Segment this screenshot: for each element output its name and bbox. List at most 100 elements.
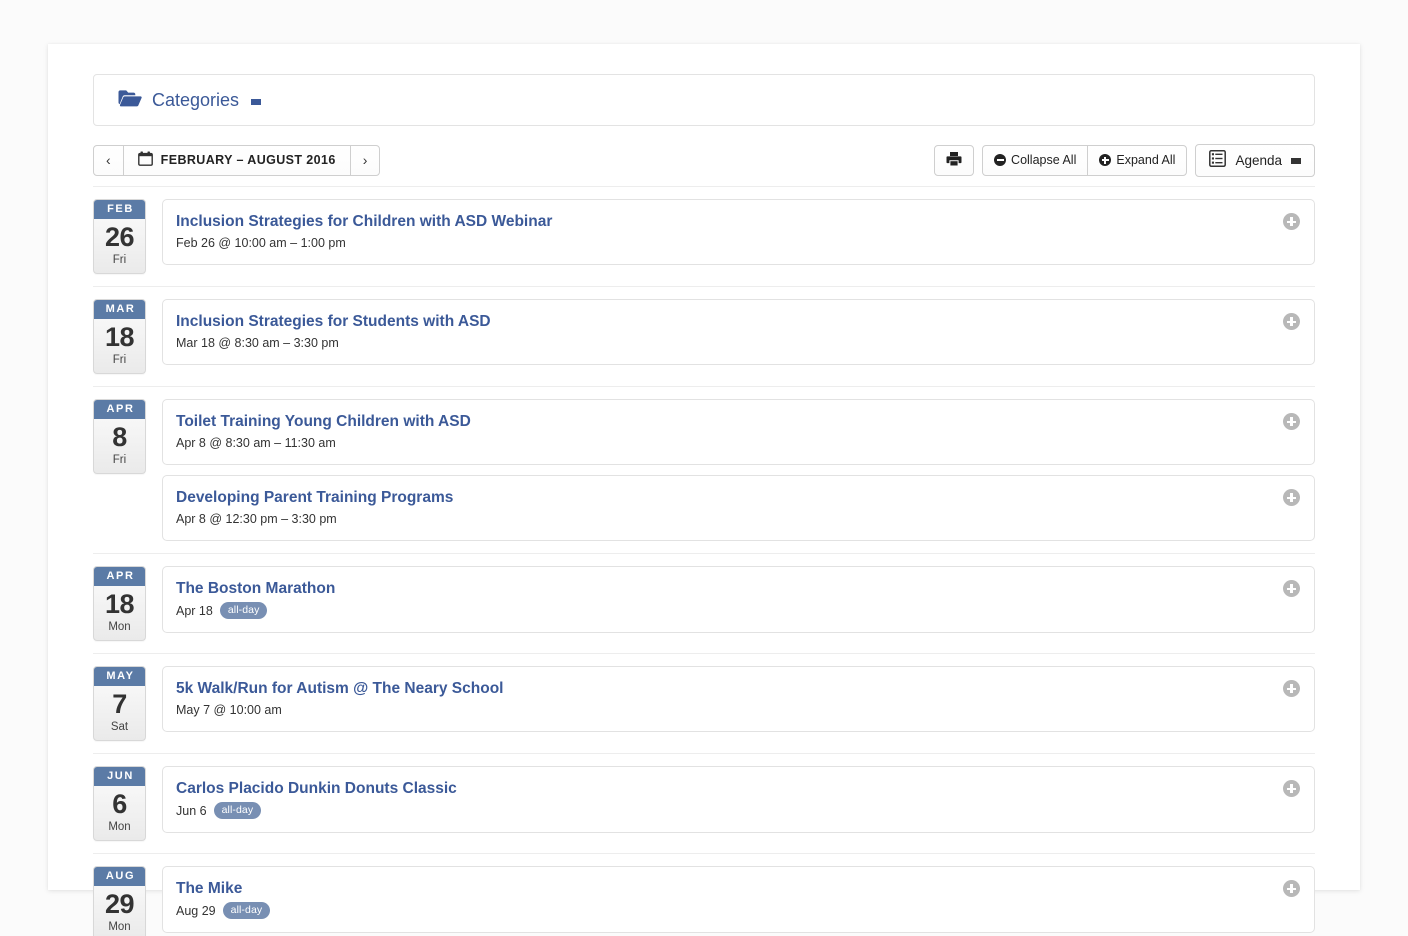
date-badge-day: 18 <box>104 322 135 352</box>
event-datetime: Aug 29 <box>176 903 216 918</box>
event-title-link[interactable]: Inclusion Strategies for Children with A… <box>176 212 552 231</box>
date-badge-weekday: Mon <box>108 621 131 633</box>
date-badge-month: MAY <box>94 667 145 686</box>
event-row[interactable]: The Boston Marathon Apr 18 all-day <box>162 566 1315 633</box>
day-events-column: 5k Walk/Run for Autism @ The Neary Schoo… <box>162 666 1315 732</box>
agenda-card: Categories ‹ FEBRUARY – AUGUST 2016 › Co… <box>48 44 1360 936</box>
date-badge-month: FEB <box>94 200 145 219</box>
collapse-all-button[interactable]: Collapse All <box>982 144 1089 176</box>
calendar-icon <box>137 151 153 169</box>
event-row[interactable]: Carlos Placido Dunkin Donuts Classic Jun … <box>162 766 1315 833</box>
event-meta: May 7 @ 10:00 am <box>176 702 1270 718</box>
date-badge-day: 18 <box>104 589 135 619</box>
date-badge: AUG 29 Mon <box>93 866 146 936</box>
event-datetime: May 7 @ 10:00 am <box>176 703 282 717</box>
date-badge-weekday: Sat <box>110 721 129 733</box>
date-badge: APR 8 Fri <box>93 399 146 474</box>
event-title-link[interactable]: Carlos Placido Dunkin Donuts Classic <box>176 779 457 798</box>
expand-event-icon[interactable] <box>1283 413 1300 430</box>
event-meta: Mar 18 @ 8:30 am – 3:30 pm <box>176 335 1270 351</box>
agenda-day-group: APR 18 Mon The Boston Marathon Apr 18 all-day <box>93 553 1315 653</box>
expand-event-icon[interactable] <box>1283 213 1300 230</box>
print-button[interactable] <box>934 144 975 176</box>
all-day-badge: all-day <box>219 602 268 619</box>
event-datetime: Feb 26 @ 10:00 am – 1:00 pm <box>176 236 346 250</box>
date-badge-day: 6 <box>112 789 127 819</box>
agenda-day-group: MAR 18 Fri Inclusion Strategies for Student… <box>93 286 1315 386</box>
plus-circle-icon <box>1099 154 1112 166</box>
date-badge: MAY 7 Sat <box>93 666 146 741</box>
date-badge-day: 29 <box>104 889 135 919</box>
expand-event-icon[interactable] <box>1283 780 1300 797</box>
all-day-badge: all-day <box>222 902 271 919</box>
agenda-event-list: FEB 26 Fri Inclusion Strategies for Childre… <box>93 186 1315 936</box>
date-range-label: FEBRUARY – AUGUST 2016 <box>160 153 336 167</box>
date-badge-day: 8 <box>112 422 127 452</box>
all-day-badge: all-day <box>213 802 262 819</box>
event-row[interactable]: Toilet Training Young Children with ASD A… <box>162 399 1315 465</box>
categories-dropdown[interactable]: Categories <box>118 89 262 112</box>
agenda-list-icon <box>1209 150 1227 170</box>
event-title-link[interactable]: Toilet Training Young Children with ASD <box>176 412 471 431</box>
printer-icon <box>946 151 962 169</box>
event-meta: Feb 26 @ 10:00 am – 1:00 pm <box>176 235 1270 251</box>
event-title-link[interactable]: Developing Parent Training Programs <box>176 488 453 507</box>
expand-event-icon[interactable] <box>1283 880 1300 897</box>
date-badge-month: APR <box>94 400 145 419</box>
day-events-column: Carlos Placido Dunkin Donuts Classic Jun … <box>162 766 1315 833</box>
event-row[interactable]: Developing Parent Training Programs Apr 8… <box>162 475 1315 541</box>
page-background: Categories ‹ FEBRUARY – AUGUST 2016 › Co… <box>0 0 1408 936</box>
event-datetime: Mar 18 @ 8:30 am – 3:30 pm <box>176 336 339 350</box>
date-range-title-button[interactable]: FEBRUARY – AUGUST 2016 <box>122 144 351 176</box>
event-datetime: Apr 18 <box>176 603 213 618</box>
date-badge: MAR 18 Fri <box>93 299 146 374</box>
expand-event-icon[interactable] <box>1283 580 1300 597</box>
caret-down-icon <box>251 98 262 105</box>
event-datetime: Apr 8 @ 8:30 am – 11:30 am <box>176 436 336 450</box>
date-badge: FEB 26 Fri <box>93 199 146 274</box>
collapse-all-label: Collapse All <box>1011 153 1077 167</box>
expand-event-icon[interactable] <box>1283 680 1300 697</box>
date-badge: JUN 6 Mon <box>93 766 146 841</box>
event-title-link[interactable]: The Mike <box>176 879 242 898</box>
top-navigation-bar: ‹ FEBRUARY – AUGUST 2016 › Collapse All … <box>93 143 1315 177</box>
date-badge-weekday: Mon <box>108 821 131 833</box>
day-events-column: Toilet Training Young Children with ASD A… <box>162 399 1315 541</box>
day-events-column: The Boston Marathon Apr 18 all-day <box>162 566 1315 633</box>
event-meta: Jun 6 all-day <box>176 802 1270 819</box>
date-badge-month: JUN <box>94 767 145 786</box>
expand-all-button[interactable]: Expand All <box>1087 144 1188 176</box>
event-row[interactable]: The Mike Aug 29 all-day <box>162 866 1315 933</box>
date-badge: APR 18 Mon <box>93 566 146 641</box>
caret-down-icon <box>1291 158 1301 164</box>
agenda-day-group: APR 8 Fri Toilet Training Young Children wi… <box>93 386 1315 553</box>
day-events-column: Inclusion Strategies for Children with A… <box>162 199 1315 265</box>
event-title-link[interactable]: Inclusion Strategies for Students with A… <box>176 312 491 331</box>
folder-open-icon <box>118 89 142 112</box>
expand-all-label: Expand All <box>1116 153 1176 167</box>
date-badge-weekday: Fri <box>112 254 127 266</box>
expand-event-icon[interactable] <box>1283 313 1300 330</box>
event-meta: Aug 29 all-day <box>176 902 1270 919</box>
date-badge-weekday: Fri <box>112 454 127 466</box>
event-title-link[interactable]: 5k Walk/Run for Autism @ The Neary Schoo… <box>176 679 503 698</box>
event-row[interactable]: 5k Walk/Run for Autism @ The Neary Schoo… <box>162 666 1315 732</box>
event-row[interactable]: Inclusion Strategies for Students with A… <box>162 299 1315 365</box>
event-row[interactable]: Inclusion Strategies for Children with A… <box>162 199 1315 265</box>
view-selector-agenda[interactable]: Agenda <box>1195 143 1315 177</box>
categories-bar: Categories <box>93 74 1315 126</box>
expand-event-icon[interactable] <box>1283 489 1300 506</box>
event-meta: Apr 8 @ 8:30 am – 11:30 am <box>176 435 1270 451</box>
next-period-button[interactable]: › <box>349 144 381 176</box>
date-badge-day: 26 <box>104 222 135 252</box>
prev-period-button[interactable]: ‹ <box>93 144 124 176</box>
minus-circle-icon <box>994 154 1007 166</box>
date-badge-weekday: Fri <box>112 354 127 366</box>
event-meta: Apr 8 @ 12:30 pm – 3:30 pm <box>176 511 1270 527</box>
day-events-column: Inclusion Strategies for Students with A… <box>162 299 1315 365</box>
event-title-link[interactable]: The Boston Marathon <box>176 579 335 598</box>
agenda-day-group: JUN 6 Mon Carlos Placido Dunkin Donuts Clas… <box>93 753 1315 853</box>
date-badge-weekday: Mon <box>108 921 131 933</box>
categories-label: Categories <box>152 89 240 110</box>
date-badge-month: MAR <box>94 300 145 319</box>
